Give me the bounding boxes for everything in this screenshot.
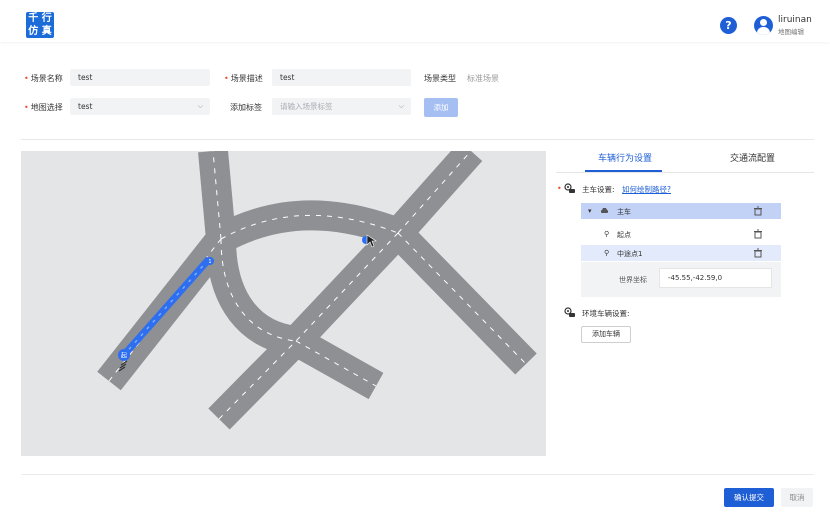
app-header: 千 行 仿 真 ? liruinan 地图编辑 xyxy=(0,0,830,42)
map-canvas[interactable]: 起 1 xyxy=(21,151,546,456)
user-avatar-icon[interactable] xyxy=(754,16,773,35)
scene-desc-label: • 场景描述 xyxy=(224,74,263,83)
chevron-down-icon: ⌵ xyxy=(398,102,404,110)
user-name[interactable]: liruinan xyxy=(778,15,812,25)
how-to-draw-path-link[interactable]: 如何绘制路径? xyxy=(622,184,671,195)
user-role: 地图编辑 xyxy=(778,28,804,36)
start-point-label: 起点 xyxy=(617,231,631,239)
map-select[interactable]: test ⌵ xyxy=(70,98,210,115)
pin-icon: ⚲ xyxy=(604,230,610,238)
tab-traffic-flow[interactable]: 交通流配置 xyxy=(730,151,775,164)
scene-desc-input[interactable]: test xyxy=(272,69,411,86)
env-vehicle-title: 环境车辆设置: xyxy=(582,309,630,318)
add-tag-button[interactable]: 添加 xyxy=(424,98,458,117)
route-end-marker[interactable]: 1 xyxy=(206,257,214,265)
delete-waypoint-trash-icon[interactable] xyxy=(753,248,763,258)
tag-select[interactable]: 请输入场景标签 ⌵ xyxy=(272,98,411,115)
chevron-down-icon: ⌵ xyxy=(197,102,203,110)
scene-name-label: • 场景名称 xyxy=(24,74,63,83)
delete-ego-trash-icon[interactable] xyxy=(753,206,763,216)
footer-divider xyxy=(21,474,814,475)
road-network[interactable]: 起 1 xyxy=(21,151,546,456)
ego-vehicle-label: 主车 xyxy=(617,208,631,216)
app-logo[interactable]: 千 行 仿 真 xyxy=(26,12,54,38)
car-icon xyxy=(601,208,608,213)
ego-settings-title: 主车设置: xyxy=(582,185,615,194)
section-divider xyxy=(21,139,814,140)
world-coord-input[interactable]: -45.55,-42.59,0 xyxy=(659,268,772,288)
add-tag-label: 添加标签 xyxy=(230,103,262,112)
ego-required-mark: • xyxy=(557,184,562,193)
start-marker-label: 起 xyxy=(121,352,127,360)
vehicle-location-icon xyxy=(564,307,575,317)
start-point-row[interactable]: ⚲ 起点 xyxy=(581,226,781,242)
tag-select-placeholder: 请输入场景标签 xyxy=(280,102,333,111)
tab-vehicle-behavior[interactable]: 车辆行为设置 xyxy=(598,151,652,164)
scene-type-label: 场景类型 xyxy=(424,74,456,83)
help-icon[interactable]: ? xyxy=(720,17,737,34)
caret-down-icon: ▾ xyxy=(588,207,592,215)
vehicle-location-icon xyxy=(564,183,575,193)
world-coord-label: 世界坐标 xyxy=(619,276,647,284)
ego-marker-label: 1 xyxy=(208,259,211,265)
map-select-value: test xyxy=(78,102,93,111)
delete-start-trash-icon[interactable] xyxy=(753,229,763,239)
scene-name-input[interactable]: test xyxy=(70,69,210,86)
logo-char-1: 千 xyxy=(28,13,39,24)
logo-char-4: 真 xyxy=(41,26,52,37)
route-path-arrows xyxy=(122,258,210,357)
map-select-label: • 地图选择 xyxy=(24,103,63,112)
cancel-button[interactable]: 取消 xyxy=(781,488,813,507)
tab-divider xyxy=(556,172,814,173)
logo-char-2: 行 xyxy=(41,13,52,24)
logo-char-3: 仿 xyxy=(28,26,39,37)
scene-type-value: 标准场景 xyxy=(467,74,499,83)
ego-vehicle-row[interactable]: ▾ 主车 xyxy=(581,203,781,219)
waypoint-label: 中途点1 xyxy=(617,250,643,258)
pin-icon: ⚲ xyxy=(604,249,610,257)
waypoint-row[interactable]: ⚲ 中途点1 xyxy=(581,245,781,261)
add-vehicle-button[interactable]: 添加车辆 xyxy=(581,326,631,343)
confirm-submit-button[interactable]: 确认提交 xyxy=(724,488,774,507)
